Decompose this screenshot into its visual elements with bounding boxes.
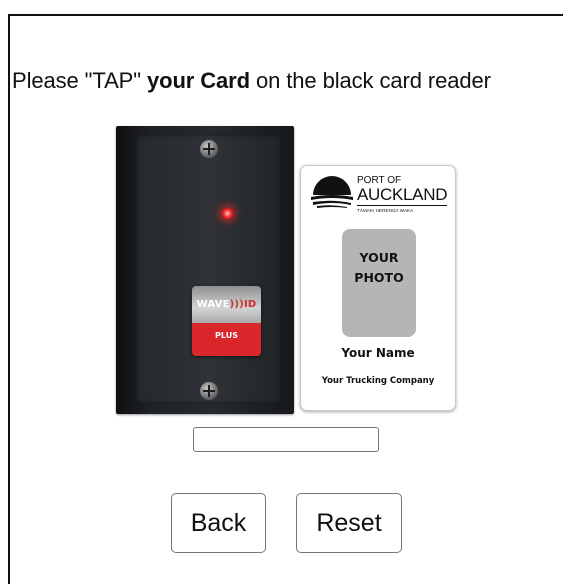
reset-button[interactable]: Reset	[296, 493, 402, 553]
port-logo-icon	[311, 176, 353, 208]
logo-divider	[357, 205, 447, 206]
instruction-text-bold: your Card	[146, 68, 250, 93]
reader-logo: WAVE)))ID	[192, 286, 261, 323]
instruction-text-start: Please "TAP"	[12, 68, 147, 93]
reader-badge: WAVE)))ID PLUS	[192, 286, 261, 356]
status-led	[222, 208, 233, 219]
card-reader-image: WAVE)))ID PLUS	[116, 126, 294, 414]
photo-label-line2: PHOTO	[354, 270, 404, 285]
tap-instruction: Please "TAP" your Card on the black card…	[12, 68, 562, 94]
screw-icon	[200, 140, 218, 158]
org-subtitle: TĀMAKI HERENGA WAKA	[357, 208, 414, 213]
card-id-input[interactable]	[193, 427, 379, 452]
reader-model: PLUS	[192, 323, 261, 356]
reader-brand-right: ID	[243, 299, 257, 310]
instruction-text-end: on the black card reader	[249, 68, 491, 93]
photo-label-line1: YOUR	[359, 250, 399, 265]
screw-icon	[200, 382, 218, 400]
sample-id-card: PORT OF AUCKLAND TĀMAKI HERENGA WAKA YOU…	[300, 165, 456, 411]
cardholder-company: Your Trucking Company	[321, 376, 435, 386]
reader-face: WAVE)))ID PLUS	[136, 134, 282, 404]
reader-brand-left: WAVE	[196, 299, 230, 310]
cardholder-name: Your Name	[341, 346, 415, 360]
photo-placeholder: YOUR PHOTO	[342, 229, 416, 337]
photo-placeholder-text: YOUR PHOTO	[342, 248, 416, 288]
back-button[interactable]: Back	[171, 493, 266, 553]
org-name-line2: AUCKLAND	[357, 185, 448, 204]
